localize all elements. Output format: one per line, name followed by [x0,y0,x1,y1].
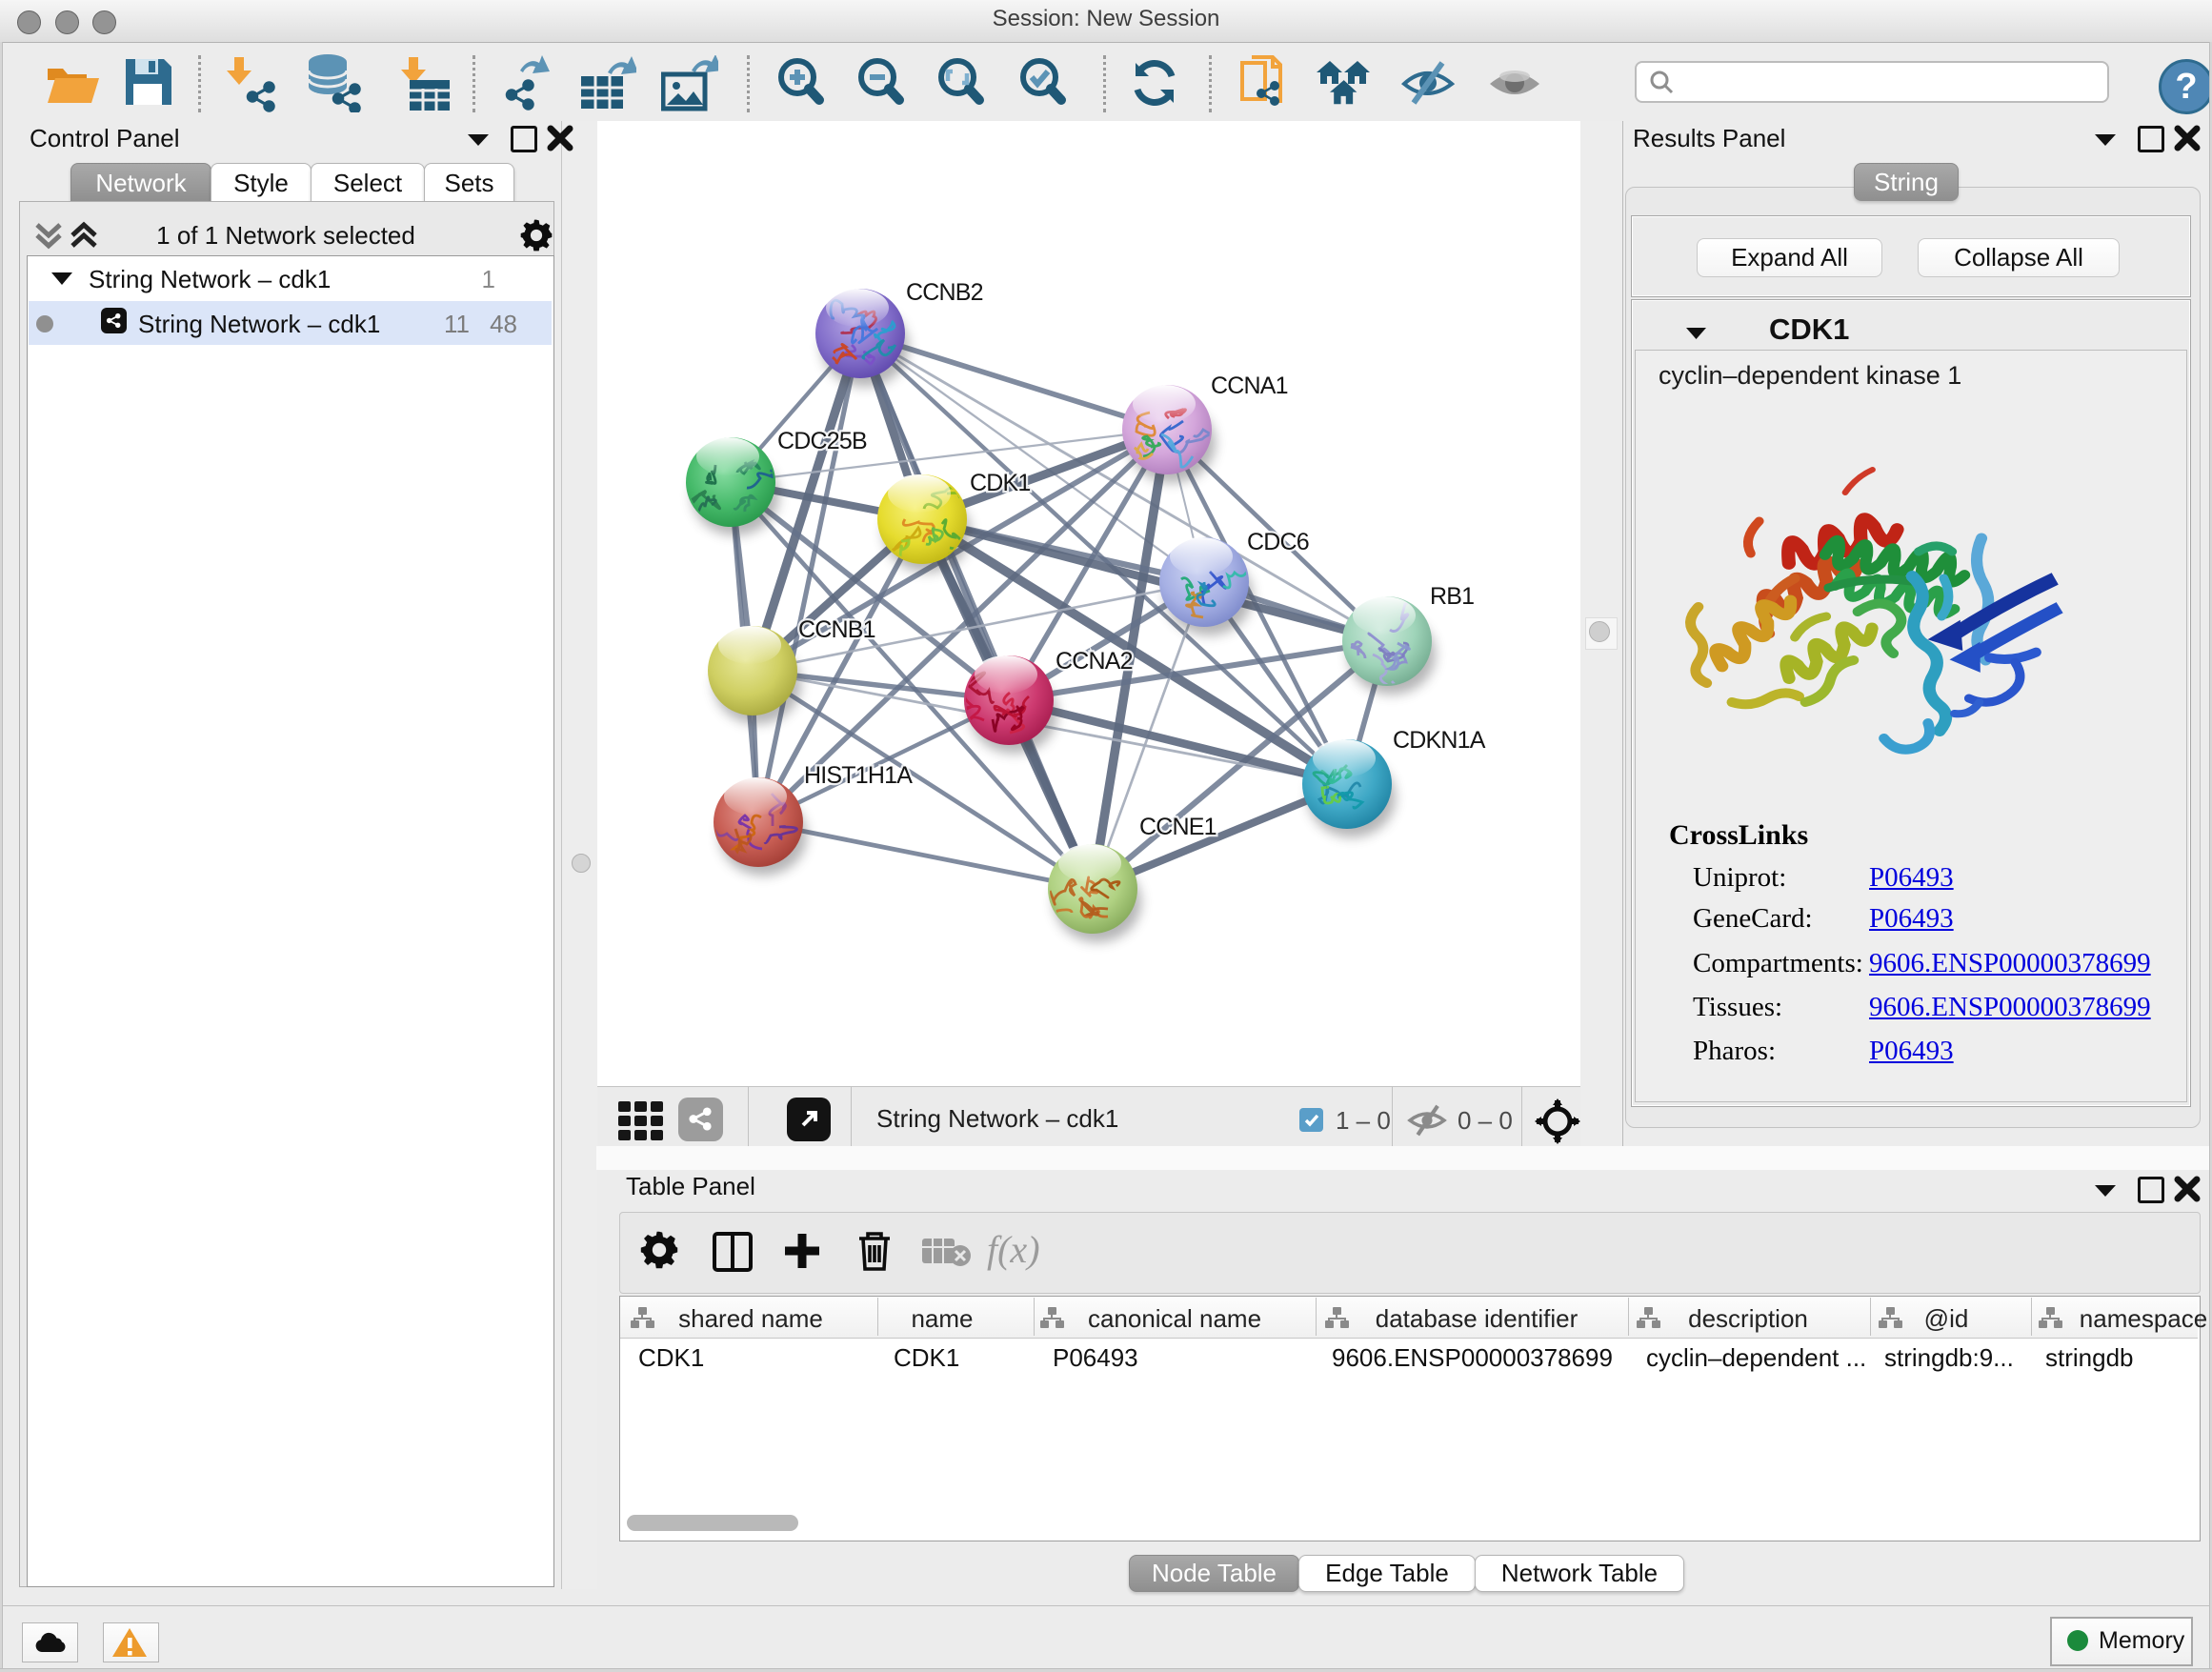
svg-text:CCNA1: CCNA1 [1211,373,1288,399]
svg-text:CDKN1A: CDKN1A [1393,727,1486,754]
svg-text:CCNB2: CCNB2 [906,279,983,306]
svg-text:CDC25B: CDC25B [777,428,867,454]
svg-text:CDC6: CDC6 [1247,529,1309,555]
svg-text:CCNE1: CCNE1 [1139,814,1217,840]
svg-text:RB1: RB1 [1430,583,1474,610]
svg-text:CCNA2: CCNA2 [1056,648,1133,675]
svg-text:HIST1H1A: HIST1H1A [804,762,913,789]
svg-text:CCNB1: CCNB1 [798,616,875,643]
svg-text:CDK1: CDK1 [970,470,1031,496]
